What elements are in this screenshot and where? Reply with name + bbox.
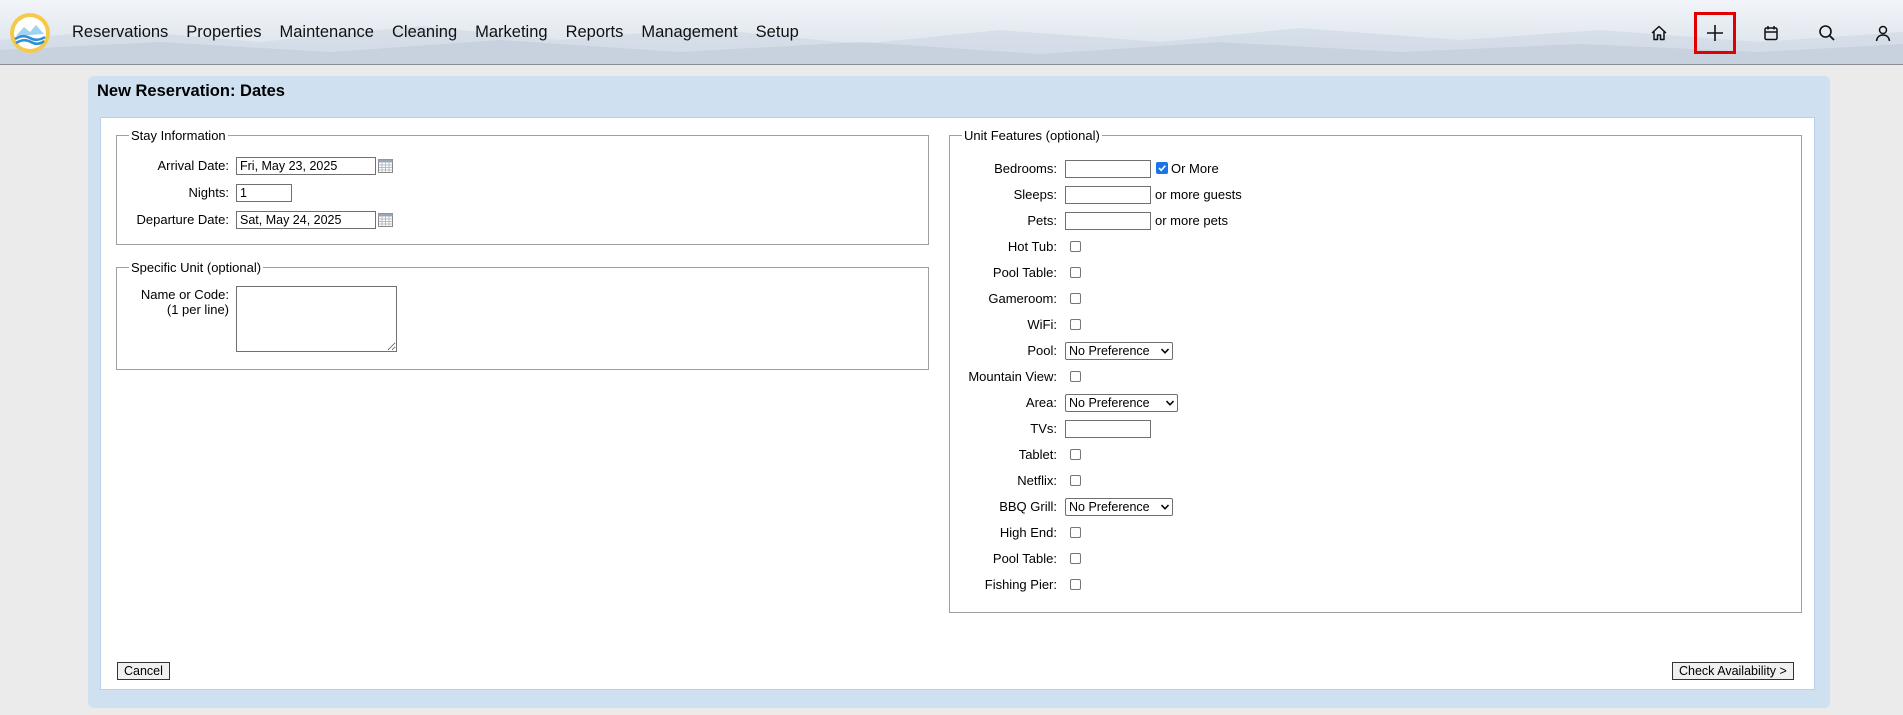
top-bar: Reservations Properties Maintenance Clea… — [0, 0, 1903, 65]
or-more-checkbox[interactable] — [1156, 162, 1168, 174]
bbq-grill-select[interactable]: No Preference — [1065, 498, 1173, 516]
logo[interactable] — [9, 12, 51, 54]
wifi-label: WiFi: — [1027, 317, 1057, 332]
unit-features-legend: Unit Features (optional) — [964, 128, 1100, 143]
or-more-label: Or More — [1171, 161, 1219, 176]
name-or-code-hint: (1 per line) — [166, 302, 229, 317]
nav-reports[interactable]: Reports — [566, 23, 624, 42]
area-select[interactable]: No Preference — [1065, 394, 1178, 412]
netflix-checkbox[interactable] — [1070, 475, 1081, 486]
cancel-button[interactable]: Cancel — [117, 662, 170, 680]
nav-maintenance[interactable]: Maintenance — [280, 23, 374, 42]
tablet-checkbox[interactable] — [1070, 449, 1081, 460]
pets-input[interactable] — [1065, 212, 1151, 230]
departure-date-input[interactable]: Sat, May 24, 2025 — [236, 211, 376, 229]
page-title: New Reservation: Dates — [97, 82, 285, 100]
high-end-label: High End: — [999, 525, 1057, 540]
chevron-down-icon — [1161, 504, 1169, 510]
sleeps-label: Sleeps: — [1013, 187, 1057, 202]
nights-label: Nights: — [188, 185, 229, 200]
mountain-view-label: Mountain View: — [968, 369, 1057, 384]
area-select-value: No Preference — [1069, 396, 1150, 410]
hot-tub-label: Hot Tub: — [1007, 239, 1057, 254]
pool-label: Pool: — [1027, 343, 1057, 358]
tablet-label: Tablet: — [1018, 447, 1057, 462]
sleeps-input[interactable] — [1065, 186, 1151, 204]
gameroom-checkbox[interactable] — [1070, 293, 1081, 304]
arrival-date-input[interactable]: Fri, May 23, 2025 — [236, 157, 376, 175]
pets-label: Pets: — [1027, 213, 1057, 228]
nights-input[interactable]: 1 — [236, 184, 292, 202]
pets-suffix: or more pets — [1155, 213, 1228, 228]
pool-table-checkbox[interactable] — [1070, 267, 1081, 278]
nav-setup[interactable]: Setup — [756, 23, 799, 42]
fishing-pier-checkbox[interactable] — [1070, 579, 1081, 590]
bedrooms-label: Bedrooms: — [994, 161, 1057, 176]
departure-calendar-icon[interactable] — [378, 213, 393, 227]
sleeps-suffix: or more guests — [1155, 187, 1242, 202]
calendar-icon[interactable] — [1753, 15, 1789, 51]
departure-date-label: Departure Date: — [136, 212, 230, 227]
pool-table-label: Pool Table: — [992, 265, 1057, 280]
gameroom-label: Gameroom: — [988, 291, 1057, 306]
specific-unit-legend: Specific Unit (optional) — [131, 260, 262, 275]
nav-marketing[interactable]: Marketing — [475, 23, 547, 42]
arrival-calendar-icon[interactable] — [378, 159, 393, 173]
tvs-input[interactable] — [1065, 420, 1151, 438]
arrival-date-label: Arrival Date: — [157, 158, 229, 173]
bbq-grill-label: BBQ Grill: — [999, 499, 1057, 514]
pool-select-value: No Preference — [1069, 344, 1150, 358]
chevron-down-icon — [1166, 400, 1174, 406]
mountain-view-checkbox[interactable] — [1070, 371, 1081, 382]
pool-table-2-label: Pool Table: — [992, 551, 1057, 566]
unit-name-textarea[interactable] — [236, 286, 397, 352]
bedrooms-input[interactable] — [1065, 160, 1151, 178]
chevron-down-icon — [1161, 348, 1169, 354]
tvs-label: TVs: — [1030, 421, 1057, 436]
pool-table-2-checkbox[interactable] — [1070, 553, 1081, 564]
nav-reservations[interactable]: Reservations — [72, 23, 168, 42]
pool-select[interactable]: No Preference — [1065, 342, 1173, 360]
user-icon[interactable] — [1865, 15, 1901, 51]
stay-information-legend: Stay Information — [131, 128, 226, 143]
nav-cleaning[interactable]: Cleaning — [392, 23, 457, 42]
high-end-checkbox[interactable] — [1070, 527, 1081, 538]
netflix-label: Netflix: — [1017, 473, 1057, 488]
nav-properties[interactable]: Properties — [186, 23, 261, 42]
plus-icon[interactable] — [1694, 12, 1736, 54]
wifi-checkbox[interactable] — [1070, 319, 1081, 330]
name-or-code-label: Name or Code: — [140, 287, 229, 302]
check-availability-button[interactable]: Check Availability > — [1672, 662, 1794, 680]
main-nav: Reservations Properties Maintenance Clea… — [72, 0, 817, 64]
area-label: Area: — [1025, 395, 1057, 410]
hot-tub-checkbox[interactable] — [1070, 241, 1081, 252]
fishing-pier-label: Fishing Pier: — [984, 577, 1057, 592]
search-icon[interactable] — [1809, 15, 1845, 51]
nav-management[interactable]: Management — [641, 23, 737, 42]
bbq-grill-select-value: No Preference — [1069, 500, 1150, 514]
home-icon[interactable] — [1641, 15, 1677, 51]
